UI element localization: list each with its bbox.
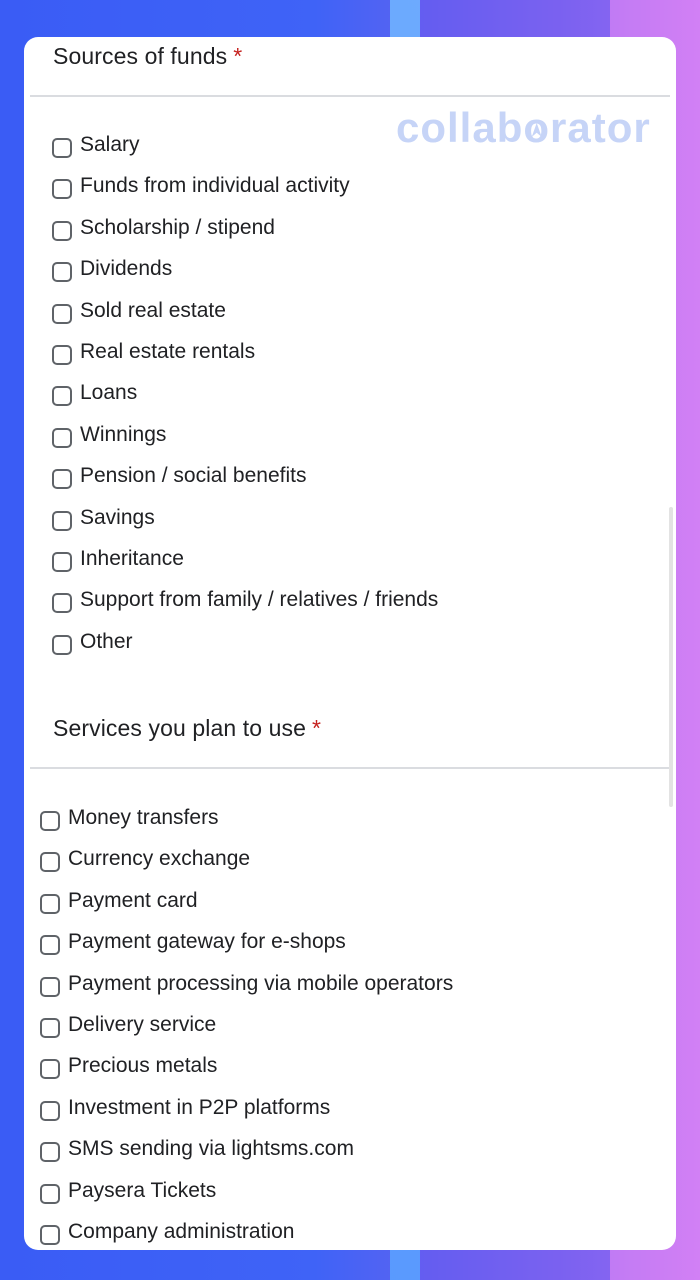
checkbox-label: Currency exchange	[68, 847, 251, 871]
checkbox-option[interactable]: Precious metals	[40, 1051, 217, 1081]
checkbox-option[interactable]: Investment in P2P platforms	[40, 1093, 330, 1123]
section-divider	[30, 767, 670, 769]
checkbox-option[interactable]: Support from family / relatives / friend…	[52, 585, 438, 615]
checkbox-label: Scholarship / stipend	[80, 215, 275, 239]
checkbox-option[interactable]: Payment processing via mobile operators	[40, 969, 453, 999]
checkbox[interactable]	[40, 1142, 60, 1163]
checkbox-option[interactable]: Savings	[52, 503, 155, 533]
checkbox-option[interactable]: Company administration	[40, 1217, 294, 1247]
checkbox-label: Salary	[80, 133, 140, 156]
checkbox-label: Pension / social benefits	[80, 464, 307, 488]
checkbox[interactable]	[40, 976, 60, 997]
section-divider	[30, 95, 670, 97]
checkbox-label: Company administration	[68, 1220, 295, 1243]
checkbox[interactable]	[40, 1018, 60, 1038]
checkbox-option[interactable]: Paysera Tickets	[40, 1176, 216, 1206]
checkbox-label: Precious metals	[68, 1054, 218, 1078]
checkbox[interactable]	[40, 1225, 60, 1245]
checkbox-option[interactable]: Delivery service	[40, 1010, 216, 1040]
checkbox-label: SMS sending via lightsms.com	[68, 1137, 354, 1161]
checkbox[interactable]	[40, 852, 60, 873]
checkbox-option[interactable]: Payment card	[40, 886, 198, 916]
checkbox[interactable]	[52, 303, 72, 324]
checkbox[interactable]	[40, 1059, 60, 1080]
checkbox-option[interactable]: Funds from individual activity	[52, 171, 350, 201]
checkbox[interactable]	[52, 510, 72, 531]
section-title-sources-of-funds: Sources of funds *	[53, 43, 242, 70]
checkbox-label: Delivery service	[68, 1013, 217, 1036]
checkbox-option[interactable]: Inheritance	[52, 544, 184, 574]
checkbox[interactable]	[52, 552, 72, 572]
checkbox-label: Winnings	[80, 422, 167, 446]
checkbox-option[interactable]: Real estate rentals	[52, 337, 255, 367]
section-title-text: Sources of funds	[53, 43, 228, 69]
checkbox-option[interactable]: SMS sending via lightsms.com	[40, 1134, 354, 1164]
checkbox-option[interactable]: Salary	[52, 130, 140, 160]
checkbox[interactable]	[52, 262, 72, 283]
section-title-text: Services you plan to use	[53, 715, 306, 741]
checkbox[interactable]	[40, 1183, 60, 1204]
collaborator-logo: collaborator	[396, 104, 651, 151]
form-card: Sources of funds* collaborator SalaryFun…	[24, 37, 676, 1250]
checkbox-label: Investment in P2P platforms	[68, 1095, 331, 1119]
checkbox[interactable]	[52, 179, 72, 200]
checkbox-option[interactable]: Money transfers	[40, 803, 219, 833]
checkbox-label: Loans	[80, 381, 138, 405]
checkbox-label: Support from family / relatives / friend…	[80, 588, 439, 612]
checkbox-label: Payment processing via mobile operators	[68, 971, 454, 995]
checkbox[interactable]	[40, 935, 60, 956]
checkbox[interactable]	[52, 386, 72, 407]
checkbox[interactable]	[52, 220, 72, 241]
section-title-services: Services you plan to use *	[53, 715, 321, 742]
checkbox[interactable]	[52, 427, 72, 448]
checkbox[interactable]	[52, 138, 72, 158]
checkbox-label: Payment gateway for e-shops	[68, 930, 346, 954]
checkbox[interactable]	[52, 634, 72, 655]
checkbox-label: Sold real estate	[80, 298, 226, 322]
checkbox-option[interactable]: Dividends	[52, 254, 172, 284]
checkbox-label: Savings	[80, 505, 155, 529]
checkbox-option[interactable]: Scholarship / stipend	[52, 213, 275, 243]
checkbox[interactable]	[52, 593, 72, 614]
checkbox-option[interactable]: Other	[52, 627, 133, 657]
checkbox-option[interactable]: Sold real estate	[52, 296, 226, 326]
required-mark: *	[312, 715, 322, 741]
checkbox[interactable]	[40, 893, 60, 914]
checkbox-option[interactable]: Pension / social benefits	[52, 461, 306, 491]
checkbox-label: Inheritance	[80, 547, 184, 570]
checkbox-label: Paysera Tickets	[68, 1178, 217, 1202]
required-mark: *	[233, 43, 243, 69]
checkbox-label: Payment card	[68, 888, 198, 912]
scrollbar[interactable]	[669, 507, 673, 807]
logo-o-mark: o	[523, 107, 550, 149]
checkbox-option[interactable]: Winnings	[52, 420, 166, 450]
checkbox-option[interactable]: Currency exchange	[40, 844, 250, 874]
checkbox-option[interactable]: Payment gateway for e-shops	[40, 927, 346, 957]
checkbox[interactable]	[52, 345, 72, 365]
checkbox-label: Dividends	[80, 257, 173, 281]
checkbox-label: Other	[80, 629, 133, 653]
checkbox-label: Funds from individual activity	[80, 174, 350, 198]
checkbox[interactable]	[40, 811, 60, 831]
checkbox-option[interactable]: Loans	[52, 378, 137, 408]
checkbox[interactable]	[40, 1100, 60, 1121]
checkbox-label: Money transfers	[68, 806, 219, 829]
checkbox-label: Real estate rentals	[80, 340, 256, 363]
checkbox[interactable]	[52, 469, 72, 490]
